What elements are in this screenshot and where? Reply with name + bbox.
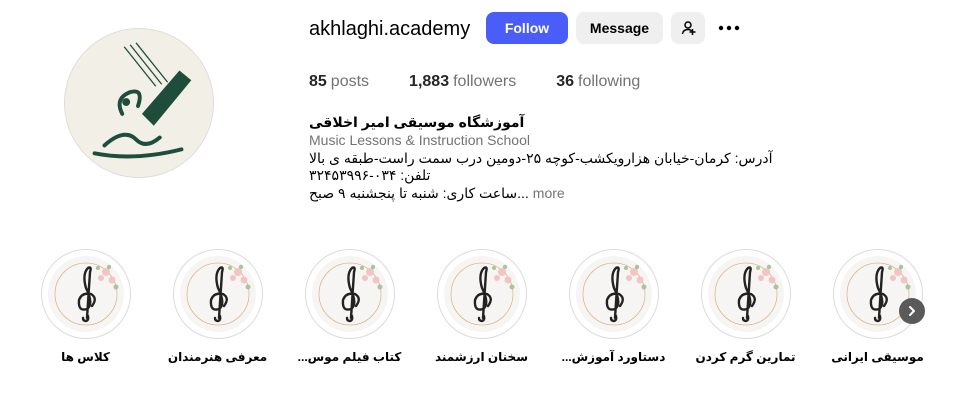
bio-category: Music Lessons & Instruction School: [309, 132, 530, 148]
profile-stats: 85 posts 1,883 followers 36 following: [309, 73, 680, 91]
highlight-item[interactable]: سخنان ارزشمند: [434, 249, 529, 364]
treble-clef-icon: [47, 256, 124, 332]
following-count: 36: [556, 73, 575, 90]
following-stat[interactable]: 36 following: [556, 73, 640, 91]
followers-count: 1,883: [409, 73, 450, 90]
highlight-label: کلاس ها: [61, 350, 110, 364]
highlights-next-button[interactable]: [899, 298, 925, 324]
highlight-item[interactable]: تمارین گرم کردن: [695, 249, 796, 364]
posts-label: posts: [330, 73, 370, 90]
treble-clef-icon: [707, 256, 784, 332]
highlight-label: کتاب فیلم موس...: [297, 350, 402, 364]
posts-count: 85: [309, 73, 327, 90]
highlight-item[interactable]: کتاب فیلم موس...: [298, 249, 401, 364]
bio-address: آدرس: کرمان-خیابان هزارویکشب-کوچه ۲۵-دوم…: [309, 150, 773, 166]
highlight-item[interactable]: دستاورد آموزش...: [562, 249, 665, 364]
highlight-label: معرفی هنرمندان: [167, 350, 268, 364]
highlight-cover[interactable]: [172, 249, 263, 339]
highlight-item[interactable]: معرفی هنرمندان: [168, 249, 267, 364]
highlight-label: دستاورد آموزش...: [561, 350, 666, 364]
highlight-cover[interactable]: [700, 249, 791, 339]
following-label: following: [578, 73, 641, 90]
more-horizontal-icon: [718, 25, 740, 31]
treble-clef-icon: [311, 256, 388, 332]
chevron-right-icon: [909, 306, 915, 316]
bio-hours: ...ساعت کاری: شنبه تا پنجشنبه ۹ صبح: [309, 185, 529, 201]
treble-clef-icon: [443, 256, 520, 332]
highlight-cover[interactable]: [832, 249, 923, 339]
add-user-button[interactable]: [671, 12, 705, 44]
followers-stat[interactable]: 1,883 followers: [409, 73, 516, 91]
posts-stat: 85 posts: [309, 73, 369, 91]
treble-clef-icon: [575, 256, 652, 332]
highlight-cover[interactable]: [40, 249, 131, 339]
person-add-icon: [681, 21, 696, 35]
highlight-item[interactable]: کلاس ها: [38, 249, 133, 364]
follow-button[interactable]: Follow: [486, 12, 568, 44]
more-options-button[interactable]: [713, 12, 745, 44]
profile-username: akhlaghi.academy: [309, 18, 471, 40]
bio-name: آموزشگاه موسیقی امیر اخلاقی: [309, 114, 525, 130]
highlight-cover[interactable]: [568, 249, 659, 339]
highlight-label: موسیقی ایرانی: [831, 350, 924, 364]
profile-avatar[interactable]: [64, 28, 214, 178]
highlight-label: سخنان ارزشمند: [434, 350, 529, 364]
treble-clef-icon: [179, 256, 256, 332]
bio-phone: تلفن: ۰۳۴-۳۲۴۵۳۹۹۶: [309, 167, 431, 183]
bio-hours-line: ...ساعت کاری: شنبه تا پنجشنبه ۹ صبح more: [309, 184, 789, 202]
music-school-logo: [65, 29, 213, 177]
highlight-cover[interactable]: [436, 249, 527, 339]
highlight-cover[interactable]: [304, 249, 395, 339]
bio-more-link[interactable]: more: [533, 185, 565, 201]
message-button[interactable]: Message: [576, 12, 663, 44]
highlight-label: تمارین گرم کردن: [695, 350, 796, 364]
followers-label: followers: [453, 73, 517, 90]
